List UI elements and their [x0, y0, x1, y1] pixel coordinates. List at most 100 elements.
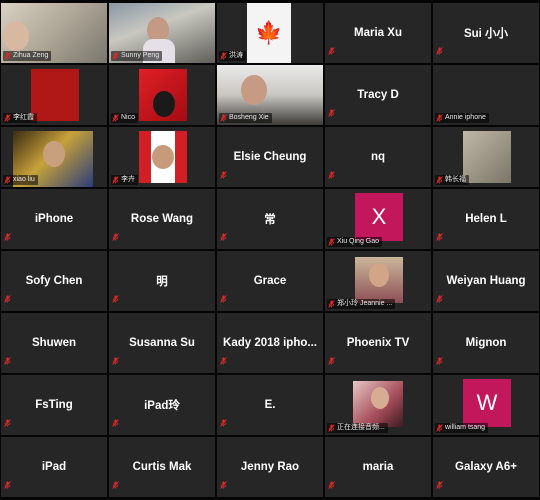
- participant-tile[interactable]: Weiyan Huang: [433, 251, 539, 311]
- mic-muted-icon: [436, 290, 443, 308]
- name-tag-label: 郑小玲 Jeannie ...: [337, 300, 393, 307]
- name-tag-label: Xiu Qing Gao: [337, 238, 380, 245]
- name-tag: Zihua Zeng: [3, 51, 52, 61]
- mic-muted-icon: [112, 290, 119, 308]
- participant-tile[interactable]: 正在连接音频...: [325, 375, 431, 435]
- name-tag: Bosheng Xie: [219, 113, 272, 123]
- participant-tile[interactable]: Wwilliam tsang: [433, 375, 539, 435]
- participant-tile[interactable]: 🍁 洪涛: [217, 3, 323, 63]
- mic-muted-icon: [112, 414, 119, 432]
- mic-muted-icon: [328, 166, 335, 184]
- participant-tile[interactable]: nq: [325, 127, 431, 187]
- mic-muted-icon: [4, 290, 11, 308]
- participant-tile[interactable]: Kady 2018 ipho...: [217, 313, 323, 373]
- name-tag-label: Nico: [121, 114, 136, 121]
- video-feed: [355, 257, 403, 303]
- name-tag-label: william tsang: [445, 424, 486, 431]
- name-tag: Xiu Qing Gao: [327, 237, 383, 247]
- participant-name: Sui 小小: [463, 28, 509, 40]
- mic-muted-icon: [436, 419, 443, 435]
- participant-tile[interactable]: Tracy D: [325, 65, 431, 125]
- participant-tile[interactable]: iPhone: [1, 189, 107, 249]
- participant-tile[interactable]: E.: [217, 375, 323, 435]
- mic-muted-icon: [4, 414, 11, 432]
- participant-tile[interactable]: Phoenix TV: [325, 313, 431, 373]
- participant-name: Jenny Rao: [240, 461, 300, 473]
- mic-muted-icon: [436, 476, 443, 494]
- avatar-letter: X: [371, 204, 387, 229]
- participant-tile[interactable]: Sofy Chen: [1, 251, 107, 311]
- participant-tile[interactable]: maria: [325, 437, 431, 497]
- mic-muted-icon: [220, 47, 227, 63]
- participant-name: iPad: [41, 461, 67, 473]
- mic-muted-icon: [4, 47, 11, 63]
- mic-muted-icon: [112, 109, 119, 125]
- name-tag: 韩长福: [435, 175, 469, 185]
- name-tag: 正在连接音频...: [327, 423, 388, 433]
- name-tag: 李红霞: [3, 113, 37, 123]
- participant-tile[interactable]: Shuwen: [1, 313, 107, 373]
- participant-tile[interactable]: xiao liu: [1, 127, 107, 187]
- participant-tile[interactable]: Sui 小小: [433, 3, 539, 63]
- avatar: W: [463, 379, 511, 427]
- mic-muted-icon: [436, 42, 443, 60]
- participant-name: Phoenix TV: [346, 337, 410, 349]
- participant-name: Susanna Su: [129, 337, 195, 349]
- participant-tile[interactable]: Sunny Peng: [109, 3, 215, 63]
- participant-tile[interactable]: Galaxy A6+: [433, 437, 539, 497]
- participant-tile[interactable]: Annie iphone: [433, 65, 539, 125]
- participant-tile[interactable]: iPad玲: [109, 375, 215, 435]
- participant-name: nq: [370, 151, 386, 163]
- participant-tile[interactable]: Zihua Zeng: [1, 3, 107, 63]
- mic-muted-icon: [220, 352, 227, 370]
- participant-tile[interactable]: Mignon: [433, 313, 539, 373]
- mic-muted-icon: [4, 476, 11, 494]
- participant-name: Kady 2018 ipho...: [223, 337, 317, 349]
- mic-muted-icon: [112, 476, 119, 494]
- participant-tile[interactable]: Bosheng Xie: [217, 65, 323, 125]
- participant-tile[interactable]: Rose Wang: [109, 189, 215, 249]
- mic-muted-icon: [4, 228, 11, 246]
- participant-tile[interactable]: 李卉: [109, 127, 215, 187]
- participant-tile[interactable]: 李红霞: [1, 65, 107, 125]
- participant-tile[interactable]: X Xiu Qing Gao: [325, 189, 431, 249]
- name-tag-label: Annie iphone: [445, 114, 486, 121]
- maple-leaf-icon: 🍁: [255, 20, 283, 45]
- participant-name: FsTing: [35, 399, 73, 411]
- participant-tile[interactable]: 郑小玲 Jeannie ...: [325, 251, 431, 311]
- name-tag-label: 洪涛: [229, 52, 243, 59]
- mic-muted-icon: [4, 171, 11, 187]
- participant-tile[interactable]: iPad: [1, 437, 107, 497]
- name-tag: Sunny Peng: [111, 51, 163, 61]
- mic-muted-icon: [328, 104, 335, 122]
- name-tag: william tsang: [435, 423, 489, 433]
- mic-muted-icon: [112, 352, 119, 370]
- participant-name: maria: [362, 461, 394, 473]
- participant-tile[interactable]: FsTing: [1, 375, 107, 435]
- participant-name: Helen L: [465, 213, 507, 225]
- participant-tile[interactable]: Nico: [109, 65, 215, 125]
- participant-name: Maria Xu: [354, 27, 402, 39]
- participant-tile[interactable]: Maria Xu: [325, 3, 431, 63]
- participant-name: Curtis Mak: [132, 461, 192, 473]
- participant-tile[interactable]: Curtis Mak: [109, 437, 215, 497]
- mic-muted-icon: [328, 233, 335, 249]
- video-feed: [353, 381, 403, 427]
- participant-tile[interactable]: 韩长福: [433, 127, 539, 187]
- mic-muted-icon: [328, 352, 335, 370]
- mic-muted-icon: [4, 352, 11, 370]
- participant-name: Sofy Chen: [25, 275, 83, 287]
- participant-tile[interactable]: Susanna Su: [109, 313, 215, 373]
- name-tag: xiao liu: [3, 175, 38, 185]
- participant-tile[interactable]: Grace: [217, 251, 323, 311]
- mic-muted-icon: [220, 290, 227, 308]
- participant-tile[interactable]: 常: [217, 189, 323, 249]
- video-feed: [31, 69, 79, 121]
- participant-tile[interactable]: Jenny Rao: [217, 437, 323, 497]
- participant-tile[interactable]: Elsie Cheung: [217, 127, 323, 187]
- participant-tile[interactable]: 明: [109, 251, 215, 311]
- mic-muted-icon: [112, 228, 119, 246]
- participant-tile[interactable]: Helen L: [433, 189, 539, 249]
- mic-muted-icon: [220, 166, 227, 184]
- mic-muted-icon: [220, 228, 227, 246]
